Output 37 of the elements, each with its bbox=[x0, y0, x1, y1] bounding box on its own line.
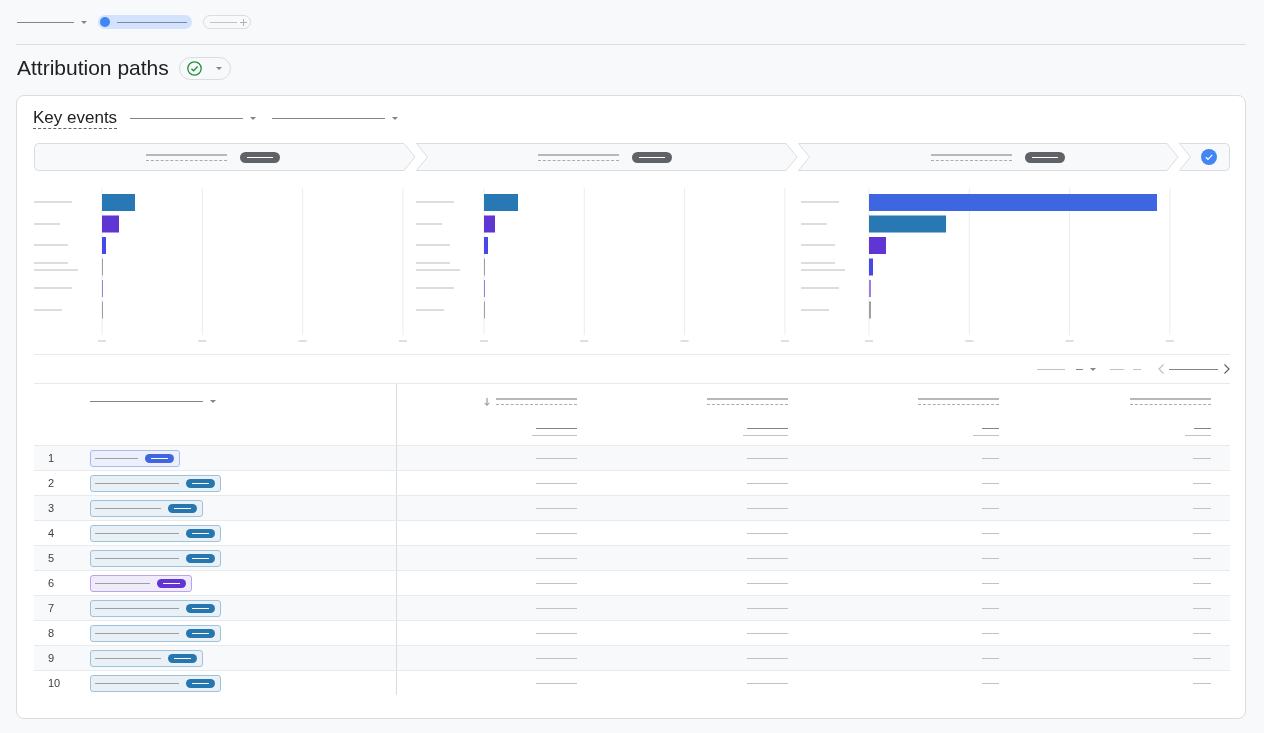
column-header[interactable] bbox=[1130, 397, 1211, 406]
row-number: 10 bbox=[48, 676, 61, 690]
segment-chip[interactable] bbox=[98, 15, 192, 29]
metric-label: Key events bbox=[33, 107, 118, 129]
dot-icon bbox=[100, 17, 110, 27]
row-number: 7 bbox=[48, 601, 55, 615]
caret-icon bbox=[210, 399, 216, 403]
redacted-pill bbox=[1025, 151, 1065, 163]
row-number: 5 bbox=[48, 551, 55, 565]
column-header[interactable] bbox=[918, 397, 999, 406]
path-step[interactable] bbox=[34, 143, 416, 171]
row-number: 6 bbox=[48, 576, 55, 590]
page-title: Attribution paths bbox=[17, 55, 169, 81]
final-step[interactable] bbox=[1179, 143, 1230, 171]
check-circle-icon bbox=[186, 60, 202, 76]
chevron-left-icon[interactable] bbox=[1158, 364, 1164, 374]
row-number: 4 bbox=[48, 526, 55, 540]
row-number: 1 bbox=[48, 451, 55, 465]
caret-icon bbox=[1090, 367, 1096, 371]
arrow-down-icon bbox=[484, 397, 490, 406]
column-header[interactable] bbox=[707, 397, 788, 406]
plus-icon bbox=[240, 18, 247, 26]
caret-icon bbox=[392, 116, 399, 120]
caret-icon bbox=[215, 66, 222, 70]
chevron-right-icon[interactable] bbox=[1224, 364, 1230, 374]
row-number: 8 bbox=[48, 626, 55, 640]
row-number: 2 bbox=[48, 476, 55, 490]
caret-icon bbox=[250, 116, 257, 120]
caret-icon bbox=[81, 20, 87, 24]
path-step[interactable] bbox=[416, 143, 798, 171]
row-number: 9 bbox=[48, 651, 55, 665]
column-header[interactable] bbox=[484, 397, 577, 406]
path-step[interactable] bbox=[798, 143, 1179, 171]
row-number: 3 bbox=[48, 501, 55, 515]
redacted-pill bbox=[632, 151, 672, 163]
redacted-pill bbox=[240, 151, 280, 163]
check-circle-icon bbox=[1201, 149, 1217, 165]
